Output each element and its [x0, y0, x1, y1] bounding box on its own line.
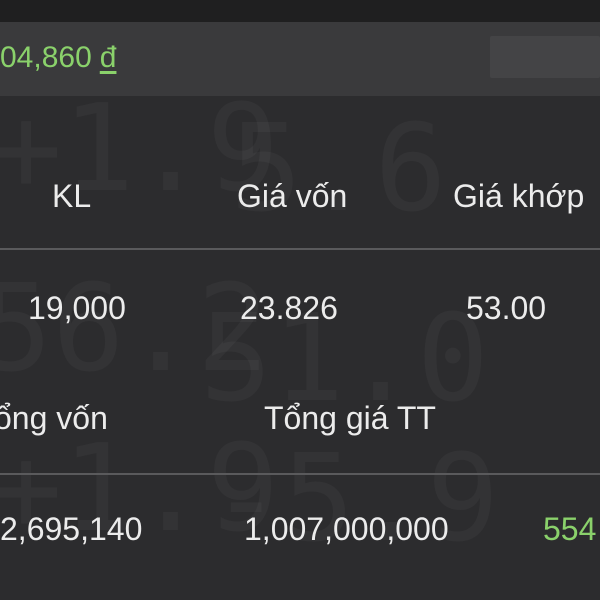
totals-divider: [0, 473, 600, 475]
background-digit: -5.9: [210, 430, 499, 569]
background-digit: 56.2: [0, 260, 269, 399]
header-divider: [0, 248, 600, 250]
balance-value: 04,860: [0, 41, 92, 74]
balance-side-panel: [490, 36, 600, 78]
header-cost-price: Giá vốn: [237, 178, 348, 214]
row-quantity: 19,000: [28, 290, 126, 326]
row-profit: 554: [543, 511, 597, 547]
header-total-market-value: Tổng giá TT: [264, 400, 436, 436]
header-match-price: Giá khớp: [453, 178, 585, 214]
row-total-market-value: 1,007,000,000: [244, 511, 449, 547]
top-status-strip: [0, 0, 600, 22]
currency-symbol[interactable]: đ: [100, 41, 117, 74]
row-cost-price: 23.826: [240, 290, 338, 326]
header-quantity: KL: [52, 178, 92, 214]
balance-amount: 04,860 đ: [0, 41, 116, 75]
header-total-cost: ổng vốn: [0, 400, 108, 436]
background-digit: 5.6: [230, 100, 447, 239]
row-total-cost: 2,695,140: [0, 511, 143, 547]
row-match-price: 53.00: [466, 290, 547, 326]
